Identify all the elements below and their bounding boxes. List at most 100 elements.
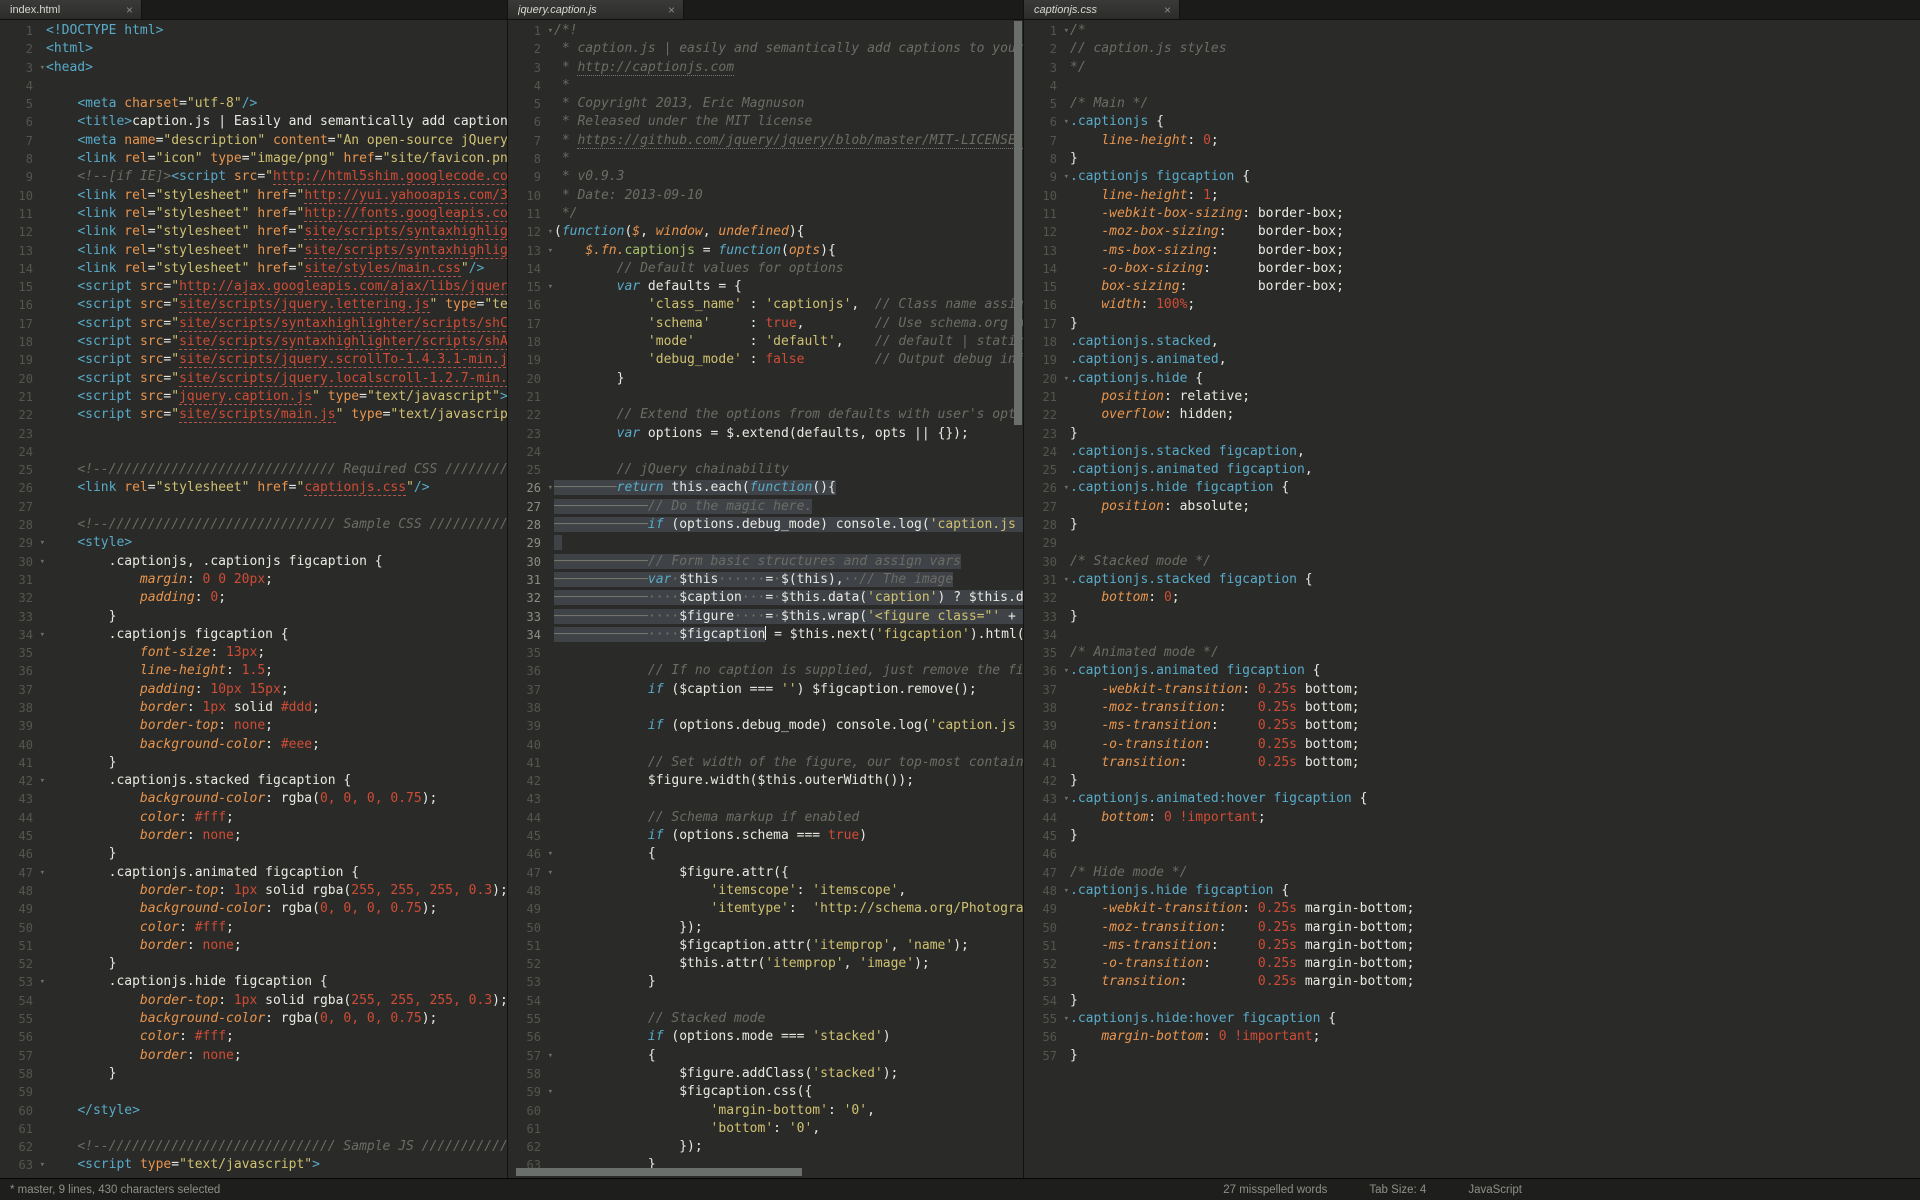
code-text[interactable]: font-size: 13px; xyxy=(46,644,507,662)
line-number[interactable]: 43 ▾ xyxy=(1024,790,1070,808)
code-line[interactable]: 24 xyxy=(0,443,507,461)
line-number[interactable]: 26 xyxy=(0,479,46,497)
line-number[interactable]: 26 ▾ xyxy=(1024,479,1070,497)
code-line[interactable]: 19 <script src="site/scripts/jquery.scro… xyxy=(0,351,507,369)
line-number[interactable]: 10 xyxy=(0,187,46,205)
line-number[interactable]: 36 xyxy=(508,662,554,680)
line-number[interactable]: 33 xyxy=(0,608,46,626)
code-text[interactable]: </style> xyxy=(46,1102,507,1120)
code-line[interactable]: 58 } xyxy=(0,1065,507,1083)
code-line[interactable]: 25 <!--///////////////////////////// Req… xyxy=(0,461,507,479)
code-line[interactable]: 6 <title>caption.js | Easily and semanti… xyxy=(0,113,507,131)
code-text[interactable]: <script src="site/scripts/jquery.scrollT… xyxy=(46,351,507,369)
line-number[interactable]: 7 xyxy=(0,132,46,150)
code-text[interactable]: ────────────// Do the magic here. xyxy=(554,498,1023,516)
code-line[interactable]: 15 ▾ var defaults = { xyxy=(508,278,1023,296)
code-line[interactable]: 23 xyxy=(0,425,507,443)
editor-jquery-caption-js[interactable]: 1 ▾/*! 2 * caption.js | easily and semanti… xyxy=(508,20,1023,1178)
code-line[interactable]: 30 ▾ .captionjs, .captionjs figcaption { xyxy=(0,553,507,571)
line-number[interactable]: 15 xyxy=(0,278,46,296)
fold-arrow-icon[interactable]: ▾ xyxy=(1064,662,1069,680)
code-text[interactable] xyxy=(1070,845,1920,863)
line-number[interactable]: 61 xyxy=(508,1120,554,1138)
code-line[interactable]: 55 // Stacked mode xyxy=(508,1010,1023,1028)
code-text[interactable]: // caption.js styles xyxy=(1070,40,1920,58)
line-number[interactable]: 19 xyxy=(0,351,46,369)
code-text[interactable]: border: none; xyxy=(46,827,507,845)
code-text[interactable]: ────────────····$figcaption = $this.next… xyxy=(554,625,1023,644)
line-number[interactable]: 1 ▾ xyxy=(508,22,554,40)
line-number[interactable]: 44 xyxy=(0,809,46,827)
line-number[interactable]: 3 ▾ xyxy=(0,59,46,77)
line-number[interactable]: 4 xyxy=(0,77,46,95)
line-number[interactable]: 26 ▾ xyxy=(508,479,554,497)
code-text[interactable]: color: #fff; xyxy=(46,1028,507,1046)
code-text[interactable]: <!--///////////////////////////// Sample… xyxy=(46,1138,507,1156)
code-line[interactable]: 47/* Hide mode */ xyxy=(1024,864,1920,882)
code-line[interactable]: 39 -ms-transition: 0.25s bottom; xyxy=(1024,717,1920,735)
code-text[interactable]: */ xyxy=(1070,59,1920,77)
code-line[interactable]: 32 ────────────····$caption···=·$this.dat… xyxy=(508,589,1023,607)
code-text[interactable]: * caption.js | easily and semantically a… xyxy=(554,40,1023,58)
line-number[interactable]: 48 xyxy=(508,882,554,900)
status-language[interactable]: JavaScript xyxy=(1468,1184,1522,1196)
code-line[interactable]: 14 // Default values for options xyxy=(508,260,1023,278)
line-number[interactable]: 42 xyxy=(508,772,554,790)
code-text[interactable]: <script src="site/scripts/jquery.localsc… xyxy=(46,370,507,388)
code-line[interactable]: 50 -moz-transition: 0.25s margin-bottom; xyxy=(1024,919,1920,937)
code-line[interactable]: 44 bottom: 0 !important; xyxy=(1024,809,1920,827)
code-line[interactable]: 55 background-color: rgba(0, 0, 0, 0.75)… xyxy=(0,1010,507,1028)
code-text[interactable]: } xyxy=(1070,608,1920,626)
code-line[interactable]: 39 if (options.debug_mode) console.log('… xyxy=(508,717,1023,735)
code-line[interactable]: 29 xyxy=(1024,534,1920,552)
code-line[interactable]: 5/* Main */ xyxy=(1024,95,1920,113)
line-number[interactable]: 40 xyxy=(0,736,46,754)
code-text[interactable]: if (options.schema === true) xyxy=(554,827,1023,845)
tab-jquery-caption-js[interactable]: jquery.caption.js × xyxy=(508,0,684,19)
code-line[interactable]: 29 ▾ <style> xyxy=(0,534,507,552)
code-text[interactable]: ────────────var·$this······=·$(this),··/… xyxy=(554,571,1023,589)
code-text[interactable] xyxy=(46,1083,507,1101)
line-number[interactable]: 22 xyxy=(1024,406,1070,424)
code-text[interactable]: -webkit-box-sizing: border-box; xyxy=(1070,205,1920,223)
code-text[interactable] xyxy=(46,498,507,516)
code-text[interactable]: margin-bottom: 0 !important; xyxy=(1070,1028,1920,1046)
code-text[interactable]: <!DOCTYPE html> xyxy=(46,22,507,40)
code-line[interactable]: 40 background-color: #eee; xyxy=(0,736,507,754)
code-line[interactable]: 4 xyxy=(1024,77,1920,95)
fold-arrow-icon[interactable]: ▾ xyxy=(548,479,553,497)
vertical-scrollbar[interactable] xyxy=(1014,21,1022,425)
line-number[interactable]: 30 xyxy=(508,553,554,571)
line-number[interactable]: 24 xyxy=(1024,443,1070,461)
code-line[interactable]: 45} xyxy=(1024,827,1920,845)
code-text[interactable] xyxy=(554,388,1023,406)
line-number[interactable]: 39 xyxy=(508,717,554,735)
code-line[interactable]: 23} xyxy=(1024,425,1920,443)
code-line[interactable]: 34 xyxy=(1024,626,1920,644)
code-text[interactable]: $figure.addClass('stacked'); xyxy=(554,1065,1023,1083)
code-line[interactable]: 49 'itemtype': 'http://schema.org/Photog… xyxy=(508,900,1023,918)
code-text[interactable]: if ($caption === '') $figcaption.remove(… xyxy=(554,681,1023,699)
code-text[interactable]: bottom: 0 !important; xyxy=(1070,809,1920,827)
line-number[interactable]: 2 xyxy=(1024,40,1070,58)
code-text[interactable]: var defaults = { xyxy=(554,278,1023,296)
line-number[interactable]: 3 xyxy=(1024,59,1070,77)
code-line[interactable]: 50 color: #fff; xyxy=(0,919,507,937)
code-line[interactable]: 54} xyxy=(1024,992,1920,1010)
line-number[interactable]: 18 xyxy=(508,333,554,351)
code-line[interactable]: 42 $figure.width($this.outerWidth()); xyxy=(508,772,1023,790)
line-number[interactable]: 13 ▾ xyxy=(508,242,554,260)
line-number[interactable]: 16 xyxy=(1024,296,1070,314)
code-line[interactable]: 3 ▾ <head> xyxy=(0,59,507,77)
code-line[interactable]: 19 'debug_mode' : false // Output debug … xyxy=(508,351,1023,369)
code-text[interactable]: <meta name="description" content="An ope… xyxy=(46,132,507,150)
code-line[interactable]: 25 .captionjs.animated figcaption, xyxy=(1024,461,1920,479)
line-number[interactable]: 18 xyxy=(0,333,46,351)
code-text[interactable]: { xyxy=(554,1047,1023,1065)
line-number[interactable]: 34 xyxy=(1024,626,1070,644)
code-text[interactable]: <script src="http://ajax.googleapis.com/… xyxy=(46,278,507,296)
code-line[interactable]: 13 -ms-box-sizing: border-box; xyxy=(1024,242,1920,260)
line-number[interactable]: 50 xyxy=(1024,919,1070,937)
line-number[interactable]: 31 ▾ xyxy=(1024,571,1070,589)
code-line[interactable]: 21 position: relative; xyxy=(1024,388,1920,406)
